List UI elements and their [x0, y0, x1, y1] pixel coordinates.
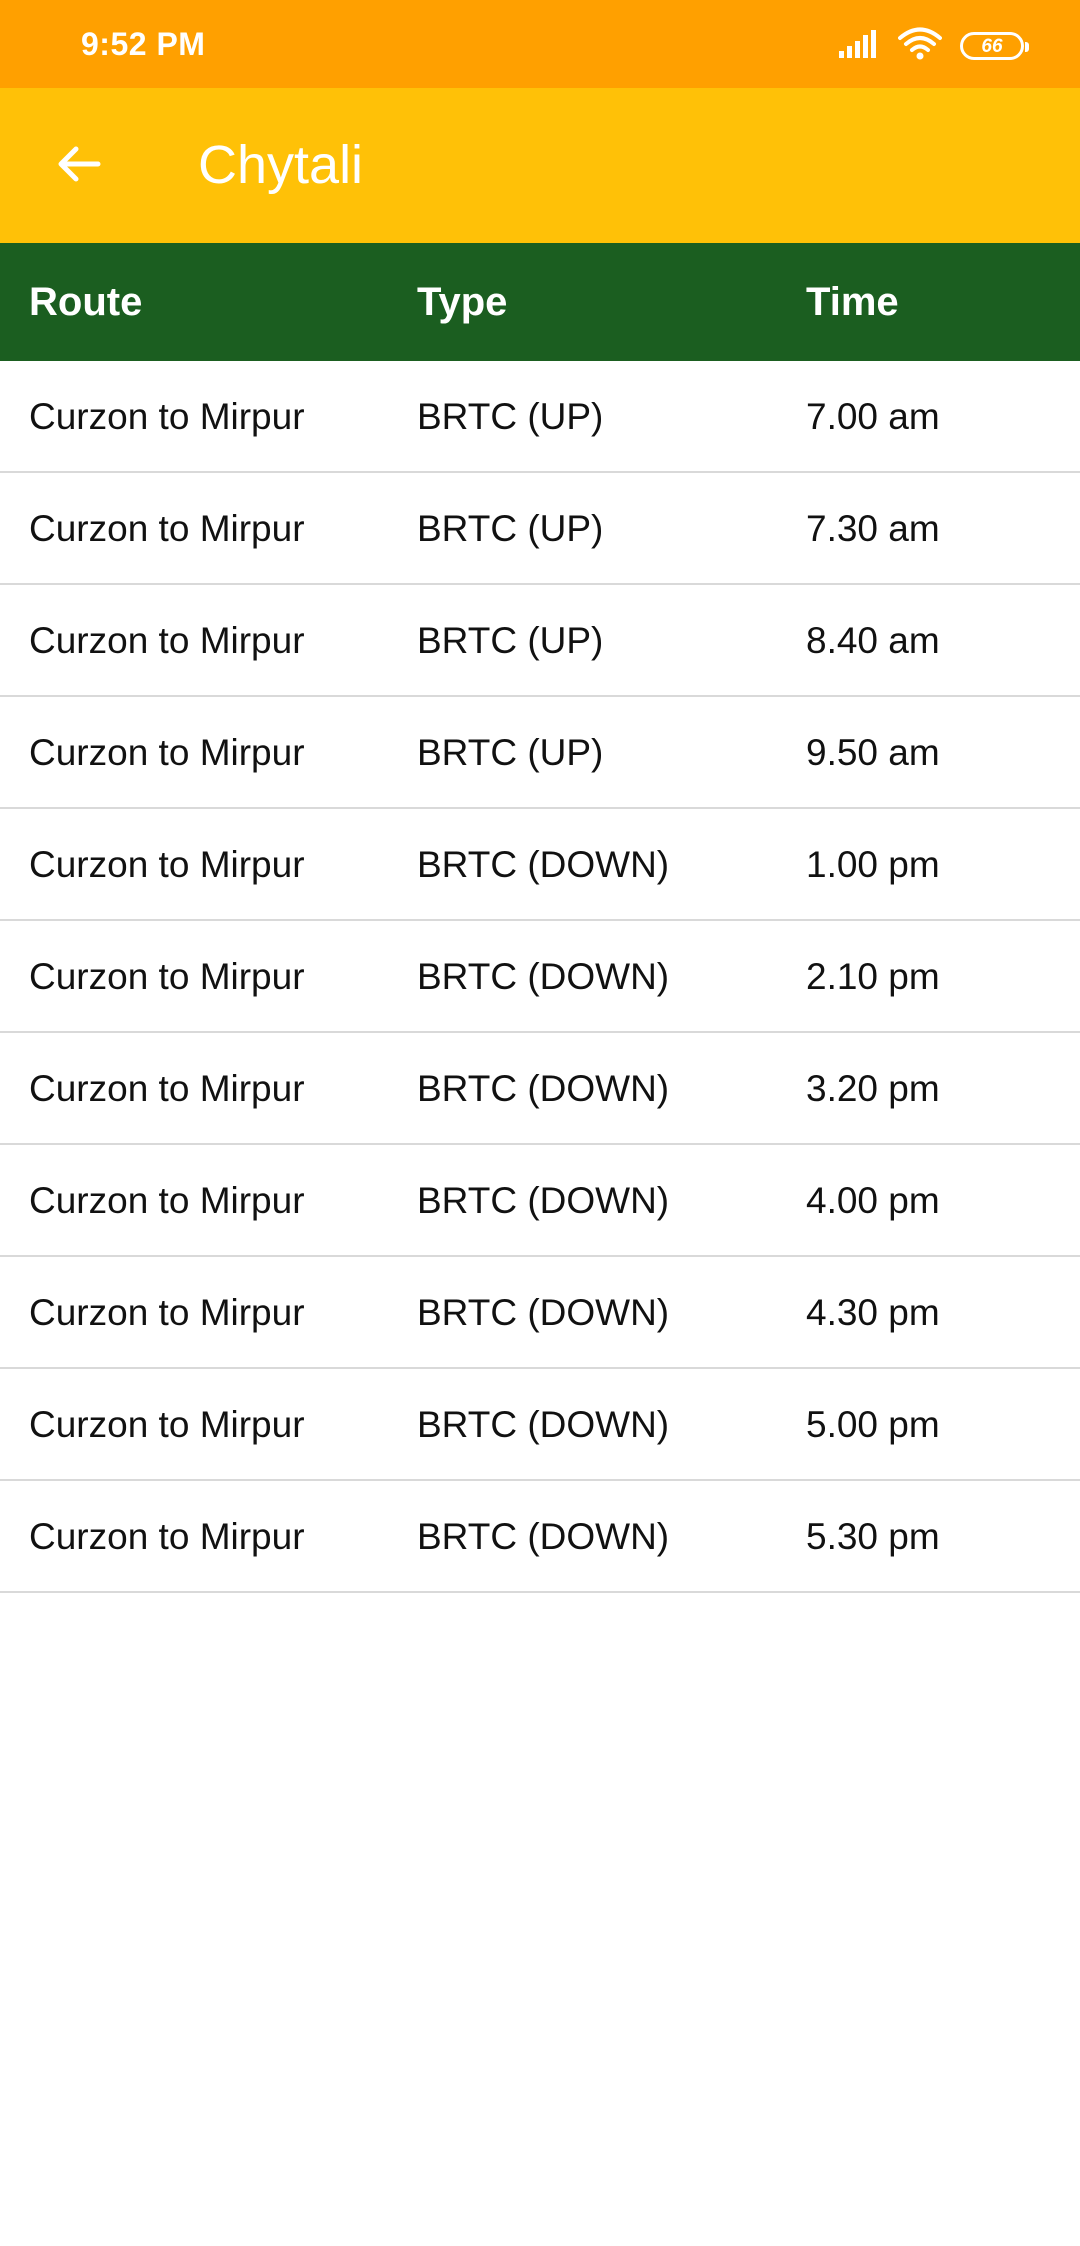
back-button[interactable] — [36, 124, 120, 208]
time-cell: 5.00 pm — [806, 1404, 940, 1445]
type-cell: BRTC (DOWN) — [417, 1516, 670, 1557]
route-cell: Curzon to Mirpur — [29, 396, 305, 437]
route-cell: Curzon to Mirpur — [29, 732, 305, 773]
type-cell: BRTC (DOWN) — [417, 1180, 670, 1221]
time-cell: 4.30 pm — [806, 1292, 940, 1333]
time-cell: 2.10 pm — [806, 956, 940, 997]
time-cell: 1.00 pm — [806, 844, 940, 885]
battery-level: 66 — [981, 35, 1003, 57]
type-cell: BRTC (DOWN) — [417, 1068, 670, 1109]
status-time: 9:52 PM — [81, 26, 206, 62]
page-title: Chytali — [198, 135, 364, 195]
table-row[interactable]: Curzon to Mirpur BRTC (UP) 7.00 am — [0, 361, 1080, 473]
type-cell: BRTC (DOWN) — [417, 844, 670, 885]
type-cell: BRTC (UP) — [417, 620, 604, 661]
signal-icon — [838, 29, 880, 64]
table-row[interactable]: Curzon to Mirpur BRTC (UP) 9.50 am — [0, 697, 1080, 809]
route-cell: Curzon to Mirpur — [29, 508, 305, 549]
type-cell: BRTC (UP) — [417, 732, 604, 773]
route-cell: Curzon to Mirpur — [29, 1180, 305, 1221]
route-cell: Curzon to Mirpur — [29, 620, 305, 661]
battery-tip — [1025, 42, 1029, 52]
table-row[interactable]: Curzon to Mirpur BRTC (DOWN) 4.00 pm — [0, 1145, 1080, 1257]
type-cell: BRTC (UP) — [417, 508, 604, 549]
table-row[interactable]: Curzon to Mirpur BRTC (DOWN) 4.30 pm — [0, 1257, 1080, 1369]
route-cell: Curzon to Mirpur — [29, 1404, 305, 1445]
type-cell: BRTC (UP) — [417, 396, 604, 437]
schedule-table: Curzon to Mirpur BRTC (UP) 7.00 am Curzo… — [0, 361, 1080, 1593]
table-row[interactable]: Curzon to Mirpur BRTC (DOWN) 5.00 pm — [0, 1369, 1080, 1481]
time-cell: 4.00 pm — [806, 1180, 940, 1221]
status-icons: 66 — [838, 27, 1029, 66]
header-time: Time — [806, 280, 899, 324]
time-cell: 7.30 am — [806, 508, 940, 549]
header-type: Type — [417, 280, 508, 324]
table-row[interactable]: Curzon to Mirpur BRTC (DOWN) 5.30 pm — [0, 1481, 1080, 1593]
route-cell: Curzon to Mirpur — [29, 1292, 305, 1333]
app-bar: Chytali — [0, 88, 1080, 243]
wifi-icon — [898, 27, 942, 66]
time-cell: 5.30 pm — [806, 1516, 940, 1557]
table-row[interactable]: Curzon to Mirpur BRTC (DOWN) 1.00 pm — [0, 809, 1080, 921]
type-cell: BRTC (DOWN) — [417, 1292, 670, 1333]
table-row[interactable]: Curzon to Mirpur BRTC (UP) 7.30 am — [0, 473, 1080, 585]
route-cell: Curzon to Mirpur — [29, 844, 305, 885]
time-cell: 7.00 am — [806, 396, 940, 437]
header-route: Route — [29, 280, 143, 324]
type-cell: BRTC (DOWN) — [417, 1404, 670, 1445]
route-cell: Curzon to Mirpur — [29, 1516, 305, 1557]
time-cell: 9.50 am — [806, 732, 940, 773]
table-row[interactable]: Curzon to Mirpur BRTC (UP) 8.40 am — [0, 585, 1080, 697]
time-cell: 8.40 am — [806, 620, 940, 661]
type-cell: BRTC (DOWN) — [417, 956, 670, 997]
back-arrow-icon — [54, 140, 102, 193]
time-cell: 3.20 pm — [806, 1068, 940, 1109]
route-cell: Curzon to Mirpur — [29, 1068, 305, 1109]
route-cell: Curzon to Mirpur — [29, 956, 305, 997]
table-row[interactable]: Curzon to Mirpur BRTC (DOWN) 3.20 pm — [0, 1033, 1080, 1145]
battery-icon: 66 — [960, 32, 1029, 60]
table-row[interactable]: Curzon to Mirpur BRTC (DOWN) 2.10 pm — [0, 921, 1080, 1033]
status-bar: 9:52 PM 66 — [0, 0, 1080, 88]
table-header: Route Type Time — [0, 243, 1080, 361]
